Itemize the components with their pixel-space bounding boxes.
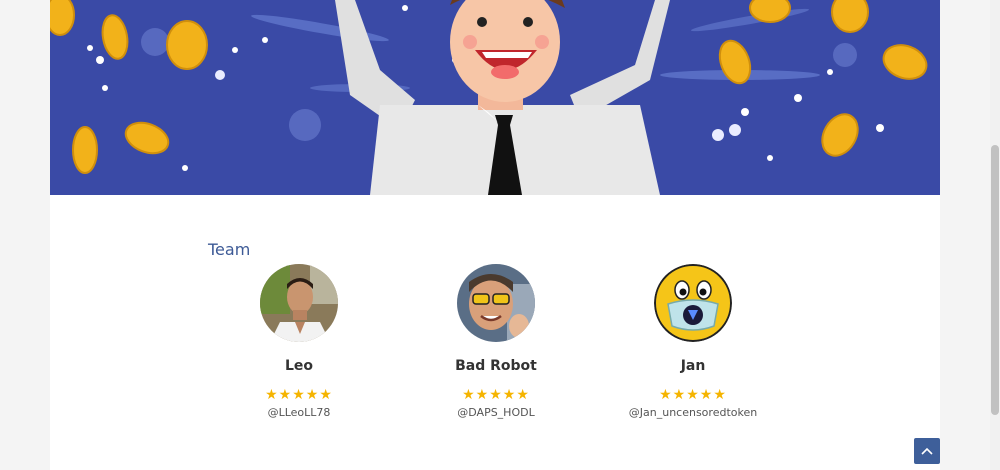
member-name: Jan bbox=[680, 358, 706, 374]
member-handle: @DAPS_HODL bbox=[457, 406, 535, 419]
member-name: Leo bbox=[284, 358, 314, 374]
page-container: Team Leo ★★★★★ @LLeoLL78 Bad Robot ★★★★★… bbox=[50, 0, 940, 470]
member-handle: @Jan_uncensoredtoken bbox=[628, 406, 758, 419]
team-member-leo: Leo ★★★★★ @LLeoLL78 bbox=[199, 264, 399, 419]
team-heading: Team bbox=[208, 240, 251, 259]
scrollbar-thumb[interactable] bbox=[991, 145, 999, 415]
page-scrollbar[interactable] bbox=[990, 0, 1000, 470]
chevron-up-icon bbox=[921, 447, 933, 455]
avatar-bad-robot bbox=[457, 264, 535, 342]
hero-banner bbox=[50, 0, 940, 195]
team-member-jan: Jan ★★★★★ @Jan_uncensoredtoken bbox=[593, 264, 793, 419]
hero-illustration bbox=[50, 0, 940, 195]
back-to-top-button[interactable] bbox=[914, 438, 940, 464]
member-handle: @LLeoLL78 bbox=[267, 406, 331, 419]
avatar-leo bbox=[260, 264, 338, 342]
star-rating: ★★★★★ bbox=[265, 386, 333, 402]
avatar-jan bbox=[654, 264, 732, 342]
star-rating: ★★★★★ bbox=[659, 386, 727, 402]
star-rating: ★★★★★ bbox=[462, 386, 530, 402]
team-member-bad-robot: Bad Robot ★★★★★ @DAPS_HODL bbox=[396, 264, 596, 419]
member-name: Bad Robot bbox=[455, 358, 537, 374]
